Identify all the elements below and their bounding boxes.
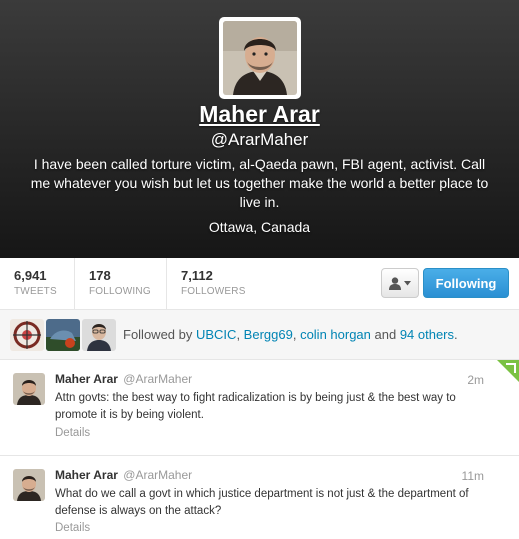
followed-by-separator: , — [236, 327, 244, 342]
profile-bio: I have been called torture victim, al-Qa… — [30, 156, 489, 210]
followed-by-and: and — [370, 327, 400, 342]
tweet-timestamp[interactable]: 11m — [462, 469, 484, 483]
tweet-author-handle[interactable]: @ArarMaher — [123, 468, 192, 482]
profile-avatar[interactable] — [219, 17, 301, 99]
stat-tweets-label: TWEETS — [14, 286, 57, 297]
stat-followers-count: 7,112 — [181, 268, 213, 283]
stat-followers-label: FOLLOWERS — [181, 286, 246, 297]
followed-by-user-link[interactable]: Bergg69 — [244, 327, 293, 342]
stat-tweets[interactable]: 6,941 TWEETS — [0, 258, 75, 310]
person-icon — [389, 276, 401, 290]
followed-by-bar: Followed by UBCIC, Bergg69, colin horgan… — [0, 310, 519, 360]
following-button[interactable]: Following — [423, 268, 509, 298]
new-tweet-corner-icon — [497, 360, 519, 382]
followed-by-avatars — [10, 319, 116, 351]
user-actions-dropdown[interactable] — [381, 268, 419, 298]
stat-tweets-count: 6,941 — [14, 268, 47, 283]
follower-avatar[interactable] — [82, 319, 116, 351]
tweet-item[interactable]: Maher Arar @ArarMaher 2m Attn govts: the… — [0, 360, 519, 456]
followed-by-user-link[interactable]: UBCIC — [196, 327, 236, 342]
followed-by-user-link[interactable]: colin horgan — [300, 327, 371, 342]
followed-by-period: . — [454, 327, 458, 342]
tweet-item[interactable]: Maher Arar @ArarMaher 11m What do we cal… — [0, 456, 519, 539]
tweet-timestamp[interactable]: 2m — [467, 373, 484, 387]
follower-avatar[interactable] — [46, 319, 80, 351]
followed-by-text: Followed by UBCIC, Bergg69, colin horgan… — [123, 327, 458, 342]
tweet-details-link[interactable]: Details — [55, 522, 90, 534]
profile-header: Maher Arar @ArarMaher I have been called… — [0, 0, 519, 258]
tweet-text: Attn govts: the best way to fight radica… — [55, 392, 456, 421]
profile-location: Ottawa, Canada — [208, 219, 311, 235]
caret-down-icon — [404, 280, 411, 285]
stat-following-label: FOLLOWING — [89, 286, 151, 297]
tweet-details-link[interactable]: Details — [55, 427, 90, 439]
stat-following-count: 178 — [89, 268, 111, 283]
tweet-avatar[interactable] — [13, 469, 45, 501]
tweet-header: Maher Arar @ArarMaher — [55, 372, 192, 386]
tweet-author-handle[interactable]: @ArarMaher — [123, 372, 192, 386]
tweet-header: Maher Arar @ArarMaher — [55, 468, 192, 482]
tweet-avatar[interactable] — [13, 373, 45, 405]
followed-by-prefix: Followed by — [123, 327, 196, 342]
tweet-author-name[interactable]: Maher Arar — [55, 468, 118, 482]
followed-by-separator: , — [292, 327, 301, 342]
stat-following[interactable]: 178 FOLLOWING — [75, 258, 167, 310]
tweet-author-name[interactable]: Maher Arar — [55, 372, 118, 386]
profile-name[interactable]: Maher Arar — [0, 101, 519, 128]
follower-avatar[interactable] — [10, 319, 44, 351]
followed-by-others-link[interactable]: 94 others — [400, 327, 454, 342]
profile-photo — [223, 21, 297, 95]
stat-followers[interactable]: 7,112 FOLLOWERS — [167, 258, 267, 310]
profile-handle: @ArarMaher — [210, 130, 309, 149]
tweet-text: What do we call a govt in which justice … — [55, 488, 469, 517]
